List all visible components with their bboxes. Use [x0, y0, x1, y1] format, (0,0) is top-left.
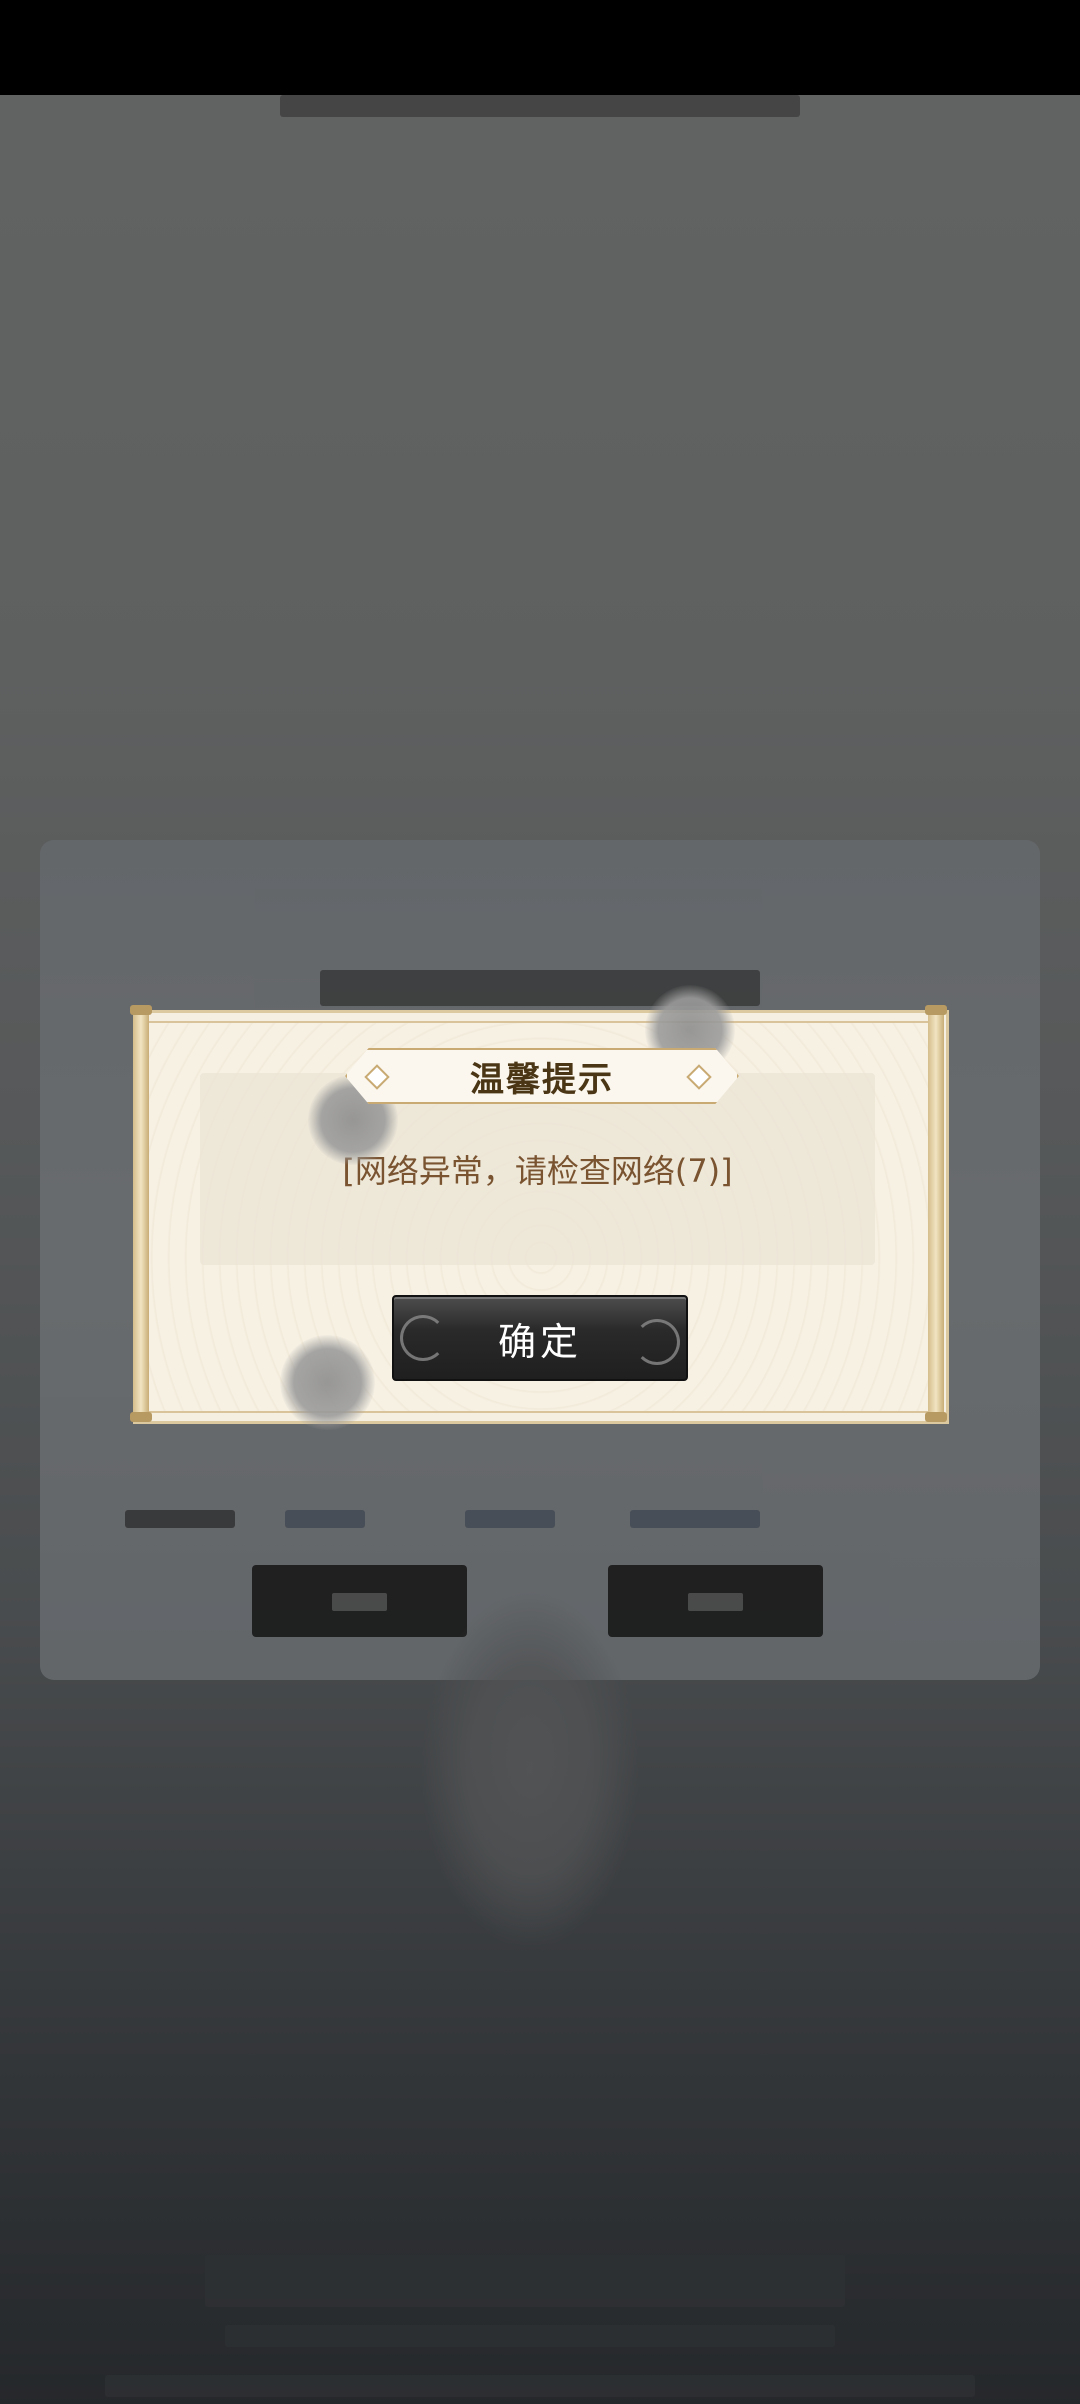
scroll-rod-right: [928, 1008, 944, 1420]
confirm-button-label: 确定: [497, 1319, 582, 1364]
scroll-cap: [925, 1412, 947, 1422]
confirm-button[interactable]: 确定: [392, 1295, 688, 1381]
scroll-rod-left: [133, 1008, 149, 1420]
alert-message: [网络异常，请检查网络(7)]: [342, 1152, 733, 1190]
dialog-title: 温馨提示: [470, 1059, 614, 1100]
scroll-cap: [925, 1005, 947, 1015]
dialog-title-banner: 温馨提示: [345, 1048, 739, 1104]
status-bar: [0, 0, 1080, 95]
swirl-ornament-icon: [634, 1319, 680, 1365]
scroll-cap: [130, 1005, 152, 1015]
swirl-ornament-icon: [400, 1315, 446, 1361]
ink-blot-icon: [280, 1335, 375, 1430]
scroll-cap: [130, 1412, 152, 1422]
